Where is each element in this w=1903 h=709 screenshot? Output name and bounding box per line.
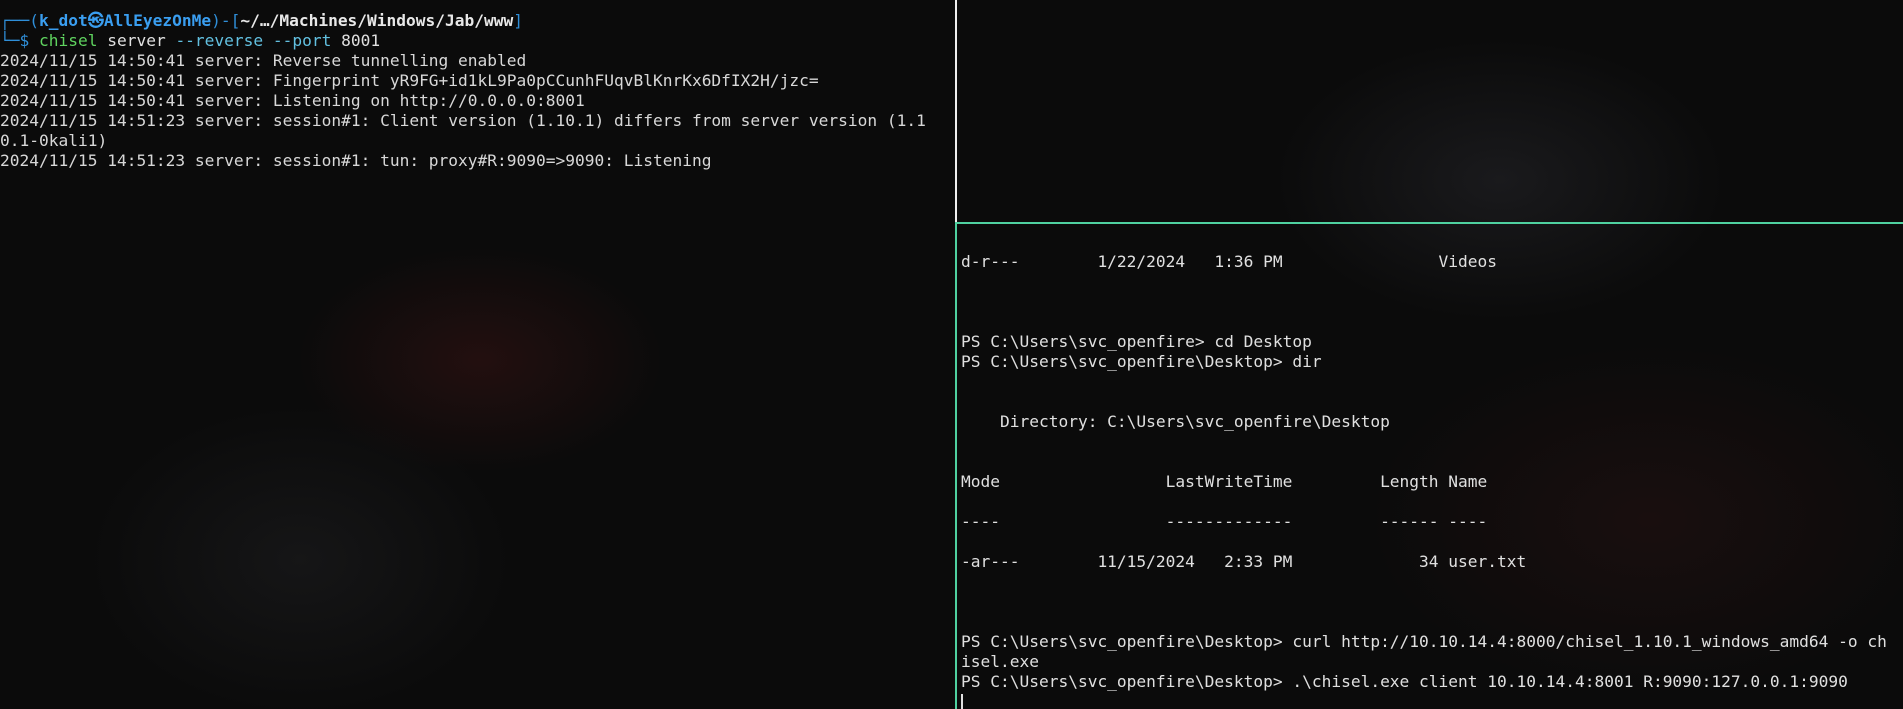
prompt-corner-top: ┌──( [0, 11, 39, 30]
desktop-screen: ┌──(k_dot㉿AllEyezOnMe)-[~/…/Machines/Win… [0, 0, 1903, 709]
command-flags: --reverse --port [175, 31, 332, 50]
ps-command-line-wrap: isel.exe [961, 652, 1039, 671]
ps-command-line: PS C:\Users\svc_openfire\Desktop> .\chis… [961, 672, 1848, 691]
ps-table-header: Mode LastWriteTime Length Name [961, 472, 1488, 491]
prompt-line-command: └─$ chisel server --reverse --port 8001 [0, 31, 380, 51]
prompt-end: ] [513, 11, 523, 30]
terminal-pane-left[interactable]: ┌──(k_dot㉿AllEyezOnMe)-[~/…/Machines/Win… [0, 0, 955, 709]
ps-command-line: PS C:\Users\svc_openfire\Desktop> dir [961, 352, 1322, 371]
prompt-corner-bottom: └─$ [0, 31, 39, 50]
pane-divider-horizontal-active[interactable] [955, 222, 1903, 224]
terminal-pane-right-top[interactable] [957, 0, 1903, 222]
output-line: 0.1-0kali1) [0, 131, 108, 150]
output-line: 2024/11/15 14:51:23 server: session#1: t… [0, 151, 712, 170]
ps-output-line: d-r--- 1/22/2024 1:36 PM Videos [961, 252, 1498, 271]
command-subcommand: server [97, 31, 176, 50]
pane-divider-vertical-top[interactable] [955, 0, 957, 222]
output-line: 2024/11/15 14:50:41 server: Listening on… [0, 91, 585, 110]
ps-table-separator: ---- ------------- ------ ---- [961, 512, 1488, 531]
output-line: 2024/11/15 14:51:23 server: session#1: C… [0, 111, 926, 130]
ps-directory-header: Directory: C:\Users\svc_openfire\Desktop [961, 412, 1390, 431]
ps-command-line: PS C:\Users\svc_openfire\Desktop> curl h… [961, 632, 1887, 651]
pane-divider-vertical-active[interactable] [955, 222, 957, 709]
output-line: 2024/11/15 14:50:41 server: Fingerprint … [0, 71, 819, 90]
ps-table-row: -ar--- 11/15/2024 2:33 PM 34 user.txt [961, 552, 1527, 571]
prompt-path: ~/…/Machines/Windows/Jab/www [240, 11, 514, 30]
command-port: 8001 [331, 31, 381, 50]
prompt-line-top: ┌──(k_dot㉿AllEyezOnMe)-[~/…/Machines/Win… [0, 11, 523, 31]
prompt-user-host: k_dot㉿AllEyezOnMe [38, 11, 212, 30]
terminal-pane-right-bottom[interactable]: d-r--- 1/22/2024 1:36 PM Videos PS C:\Us… [957, 224, 1903, 709]
text-cursor [961, 694, 963, 709]
output-line: 2024/11/15 14:50:41 server: Reverse tunn… [0, 51, 527, 70]
ps-command-line: PS C:\Users\svc_openfire> cd Desktop [961, 332, 1312, 351]
command-name: chisel [38, 31, 98, 50]
prompt-mid: )-[ [211, 11, 241, 30]
